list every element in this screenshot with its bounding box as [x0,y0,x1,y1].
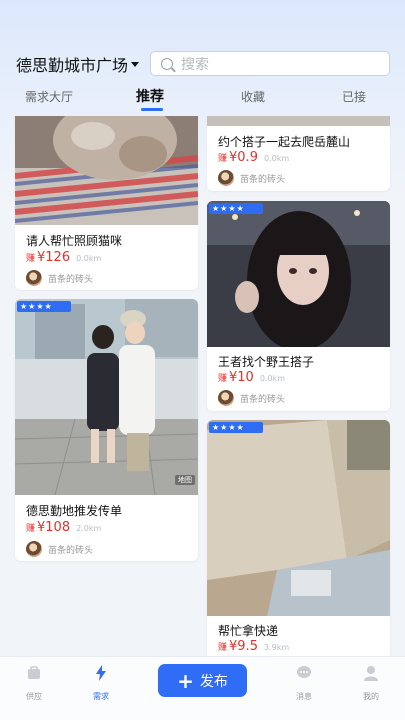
rating-badge: ★★★★ [209,422,263,433]
task-title: 帮忙拿快递 [218,624,279,638]
nav-supply[interactable]: 供应 [14,665,54,702]
nav-label: 需求 [93,692,109,701]
active-tab-indicator [141,108,163,111]
task-reward: 赚 ¥126 0.0km [26,250,101,265]
tab-demand-hall[interactable]: 需求大厅 [25,88,73,105]
task-price: ¥9.5 [229,639,258,654]
publish-label: 发布 [199,673,228,690]
tab-favorites[interactable]: 收藏 [241,88,265,105]
author-name: 苗条的砖头 [48,274,94,285]
task-photo [207,116,390,126]
task-distance: 0.0km [259,374,285,383]
task-distance: 0.0km [76,254,102,263]
location-selector[interactable]: 德思勤城市广场 [16,52,140,76]
task-card[interactable]: ★★★★ 王者找个野王搭子 赚 ¥10 0.0km 苗条的砖头 [207,201,390,411]
task-card[interactable]: 约个搭子一起去爬岳麓山 赚 ¥0.9 0.0km 苗条的砖头 [207,116,390,191]
avatar [26,541,42,557]
task-card[interactable]: 请人帮忙照顾猫咪 赚 ¥126 0.0km 苗条的砖头 [15,116,198,290]
chevron-down-icon [131,61,140,67]
task-title: 约个搭子一起去爬岳麓山 [218,135,351,149]
nav-label: 消息 [296,692,312,701]
task-card[interactable]: ★★★★ 地图 德思勤地推发传单 赚 ¥108 2.0km 苗条的砖头 [15,299,198,561]
task-price: ¥126 [37,250,71,265]
task-title: 王者找个野王搭子 [218,355,315,369]
nav-label: 供应 [26,692,42,701]
task-distance: 3.9km [263,643,290,652]
author-name: 苗条的砖头 [240,394,286,405]
nav-demand[interactable]: 需求 [81,665,121,702]
task-title: 德思勤地推发传单 [26,504,123,518]
earn-label: 赚 [26,254,36,264]
plus-icon: + [177,668,194,693]
publish-button[interactable]: + 发布 [158,664,247,697]
tab-recommended[interactable]: 推荐 [136,86,164,106]
avatar [26,270,42,286]
task-title: 请人帮忙照顾猫咪 [26,234,123,248]
search-input[interactable]: 搜索 [150,51,390,76]
author-name: 苗条的砖头 [240,174,286,185]
task-price: ¥0.9 [229,150,258,165]
earn-label: 赚 [26,524,36,534]
location-label: 德思勤城市广场 [16,56,129,75]
chat-icon [297,666,311,678]
task-author[interactable]: 苗条的砖头 [26,541,93,557]
avatar [218,390,234,406]
avatar [218,170,234,186]
task-feed[interactable]: 请人帮忙照顾猫咪 赚 ¥126 0.0km 苗条的砖头 ★★★★ 地图 德思勤地… [0,116,405,656]
task-photo: ★★★★ [207,420,390,616]
lightning-icon [96,665,106,681]
user-icon [364,666,378,681]
task-reward: 赚 ¥0.9 0.0km [218,150,289,165]
nav-mine[interactable]: 我的 [351,665,391,702]
task-card[interactable]: ★★★★ 帮忙拿快递 赚 ¥9.5 3.9km [207,420,390,656]
task-photo: ★★★★ [207,201,390,347]
search-icon [161,57,173,70]
task-author[interactable]: 苗条的砖头 [218,390,285,406]
earn-label: 赚 [218,154,228,164]
task-photo: ★★★★ 地图 [15,299,198,495]
earn-label: 赚 [218,643,228,653]
rating-badge: ★★★★ [209,203,263,214]
task-reward: 赚 ¥9.5 3.9km [218,639,289,654]
task-photo [15,116,198,225]
supply-icon [28,666,40,679]
photo-overlay-label: 地图 [175,475,195,485]
task-reward: 赚 ¥10 0.0km [218,370,285,385]
nav-messages[interactable]: 消息 [284,665,324,702]
tab-accepted[interactable]: 已接 [342,88,366,105]
task-reward: 赚 ¥108 2.0km [26,520,101,535]
task-distance: 0.0km [263,154,290,163]
rating-badge: ★★★★ [17,301,71,312]
task-price: ¥108 [37,520,71,535]
top-bar: 德思勤城市广场 搜索 [0,0,405,86]
earn-label: 赚 [218,374,228,384]
task-author[interactable]: 苗条的砖头 [218,170,285,186]
nav-label: 我的 [363,692,379,701]
search-placeholder: 搜索 [181,56,209,73]
author-name: 苗条的砖头 [48,545,94,556]
tab-bar: 需求大厅 推荐 收藏 已接 [0,84,405,114]
task-distance: 2.0km [76,524,102,533]
task-price: ¥10 [229,370,254,385]
task-author[interactable]: 苗条的砖头 [26,270,93,286]
